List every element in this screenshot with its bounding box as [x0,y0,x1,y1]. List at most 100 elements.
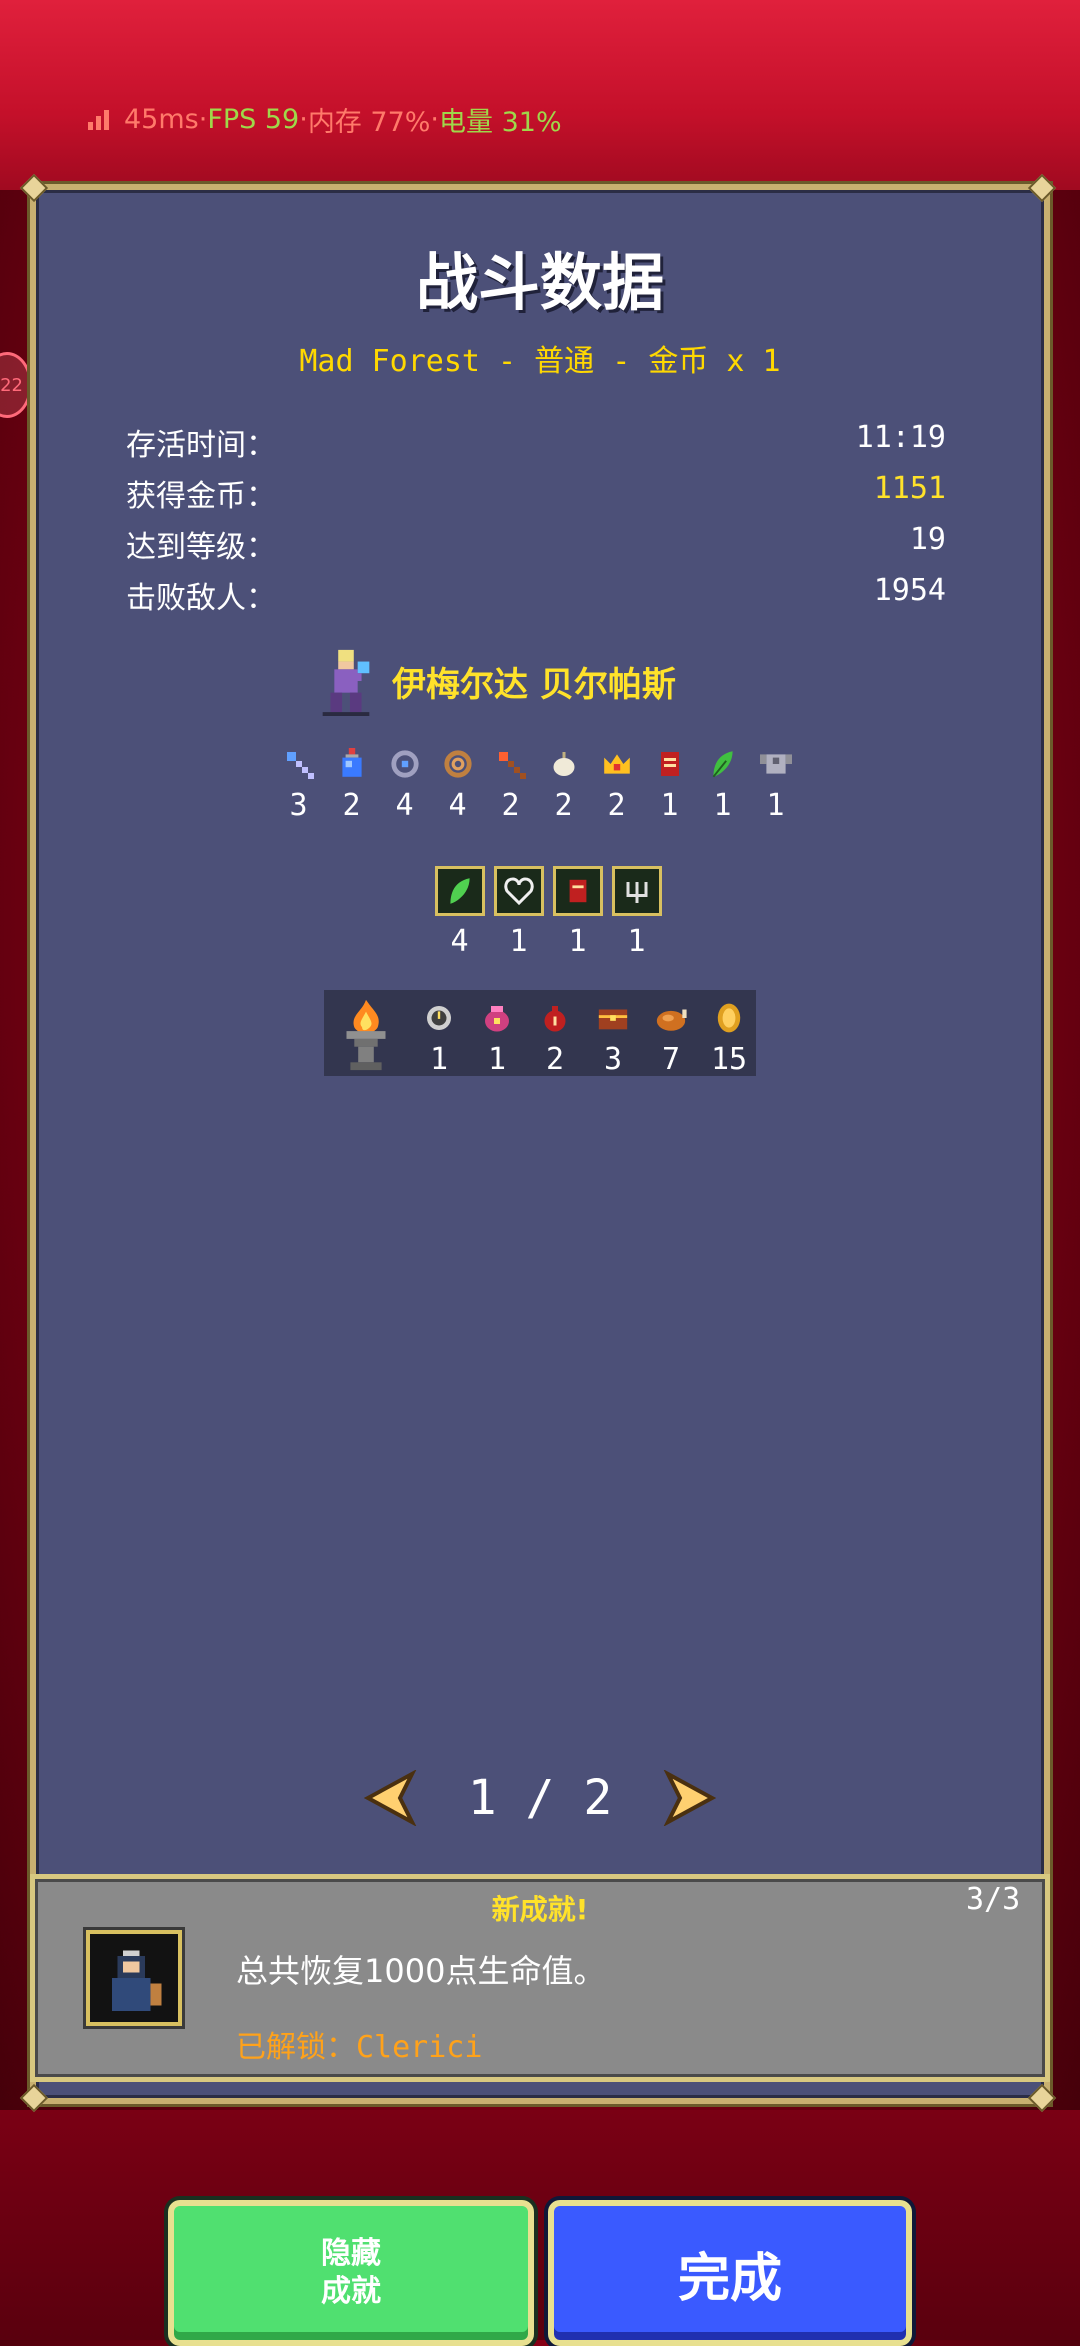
pickups-row: 1 1 2 3 7 15 [410,1000,758,1077]
stat-value: 19 [909,522,946,557]
weapon-count: 4 [395,788,414,823]
page-indicator: 1 / 2 [468,1770,613,1826]
weapon-slot: 1 [696,746,749,823]
pickup-count: 3 [603,1042,623,1077]
weapon-count: 2 [342,788,361,823]
treasure-chest-icon [595,1000,631,1036]
armor-icon [758,746,794,782]
stat-value: 1954 [873,573,946,608]
weapon-count: 3 [289,788,308,823]
weapon-count: 2 [554,788,573,823]
passive-slot: 1 [489,866,548,959]
feather-box-icon [434,866,485,916]
fps-text: FPS 59 [207,104,300,135]
weapon-slot: 4 [378,746,431,823]
gold-coin-icon [711,1000,747,1036]
pickup-count: 1 [487,1042,507,1077]
unlock-prefix: 已解锁： [236,2030,356,2065]
passives-row: 4 1 1 1 [430,866,666,959]
weapon-slot: 2 [484,746,537,823]
potion-flask-icon [334,746,370,782]
character-sprite-icon [322,649,370,716]
total-pages: 2 [583,1770,613,1826]
memory-text: 内存 77% [307,107,431,138]
pickup-count: 1 [429,1042,449,1077]
pickup-count: 2 [545,1042,565,1077]
pickup-slot: 7 [642,1000,700,1077]
coin-pouch-icon [479,1000,515,1036]
achievement-header: 新成就! [491,1893,589,1926]
weapon-slot: 4 [431,746,484,823]
weapon-count: 1 [660,788,679,823]
signal-icon [88,108,114,132]
done-button-label: 完成 [677,2248,782,2309]
stat-row-survival-time: 存活时间： 11:19 [126,420,946,464]
stat-row-kills: 击败敌人： 1954 [126,573,946,617]
separator: · [430,104,440,135]
weapon-slot: 1 [643,746,696,823]
tome-icon [652,746,688,782]
whip-ring-icon [387,746,423,782]
unlock-name: Clerici [356,2030,483,2065]
passive-count: 1 [627,924,646,959]
achievement-description: 总共恢复1000点生命值。 [236,1952,606,1990]
achievement-counter: 3/3 [966,1882,1021,1917]
current-page: 1 [467,1770,497,1826]
pickup-slot: 15 [700,1000,758,1077]
weapon-slot: 2 [590,746,643,823]
weapon-count: 1 [713,788,732,823]
pickup-slot: 1 [410,1000,468,1077]
latency-text: 45ms [124,104,199,135]
fire-wand-icon [493,746,529,782]
brazier-icon [346,999,386,1071]
battery-text: 电量 31% [439,107,562,138]
page-separator: / [525,1770,555,1826]
done-button[interactable]: 完成 [548,2200,912,2346]
pager: 1 / 2 [0,1770,1080,1826]
weapon-count: 2 [607,788,626,823]
passive-count: 1 [509,924,528,959]
stat-value: 11:19 [855,420,946,455]
achievement-portrait-icon [86,1930,182,2026]
pickup-slot: 1 [468,1000,526,1077]
hide-button-label-line1: 隐藏 [321,2236,381,2271]
passive-count: 4 [450,924,469,959]
background-bottom [0,2110,1080,2340]
stat-value: 1151 [873,471,946,506]
weapon-slot: 2 [537,746,590,823]
hide-achievements-button[interactable]: 隐藏 成就 [168,2200,534,2346]
weapon-slot: 1 [749,746,802,823]
weapons-row: 3 2 4 4 2 2 2 1 1 1 [272,746,802,823]
money-bag-icon [537,1000,573,1036]
feather-icon [705,746,741,782]
weapon-count: 4 [448,788,467,823]
pickup-slot: 2 [526,1000,584,1077]
pickup-count: 15 [710,1042,748,1077]
weapon-slot: 3 [272,746,325,823]
garlic-icon [546,746,582,782]
prev-page-button[interactable] [363,1770,424,1826]
stat-label: 击败敌人： [126,581,276,616]
separator: · [198,104,208,135]
pickup-slot: 3 [584,1000,642,1077]
stat-label: 达到等级： [126,530,276,565]
character-name: 伊梅尔达 贝尔帕斯 [392,664,676,705]
magic-wand-icon [281,746,317,782]
passive-count: 1 [568,924,587,959]
character-info: 伊梅尔达 贝尔帕斯 [314,646,676,716]
background-top [0,0,1080,190]
passive-slot: 4 [430,866,489,959]
next-page-button[interactable] [656,1770,717,1826]
heart-box-icon [493,866,544,916]
passive-slot: 1 [607,866,666,959]
stage-subtitle: Mad Forest - 普通 - 金币 x 1 [299,344,781,379]
separator: · [299,104,308,135]
passive-slot: 1 [548,866,607,959]
performance-status: 45ms · FPS 59 · 内存 77% · 电量 31% [88,100,562,139]
roast-chicken-icon [653,1000,689,1036]
orologion-icon [421,1000,457,1036]
page-title: 战斗数据 [415,246,664,319]
hide-button-label-line2: 成就 [321,2274,381,2309]
stat-label: 存活时间： [126,428,276,463]
weapon-count: 2 [501,788,520,823]
